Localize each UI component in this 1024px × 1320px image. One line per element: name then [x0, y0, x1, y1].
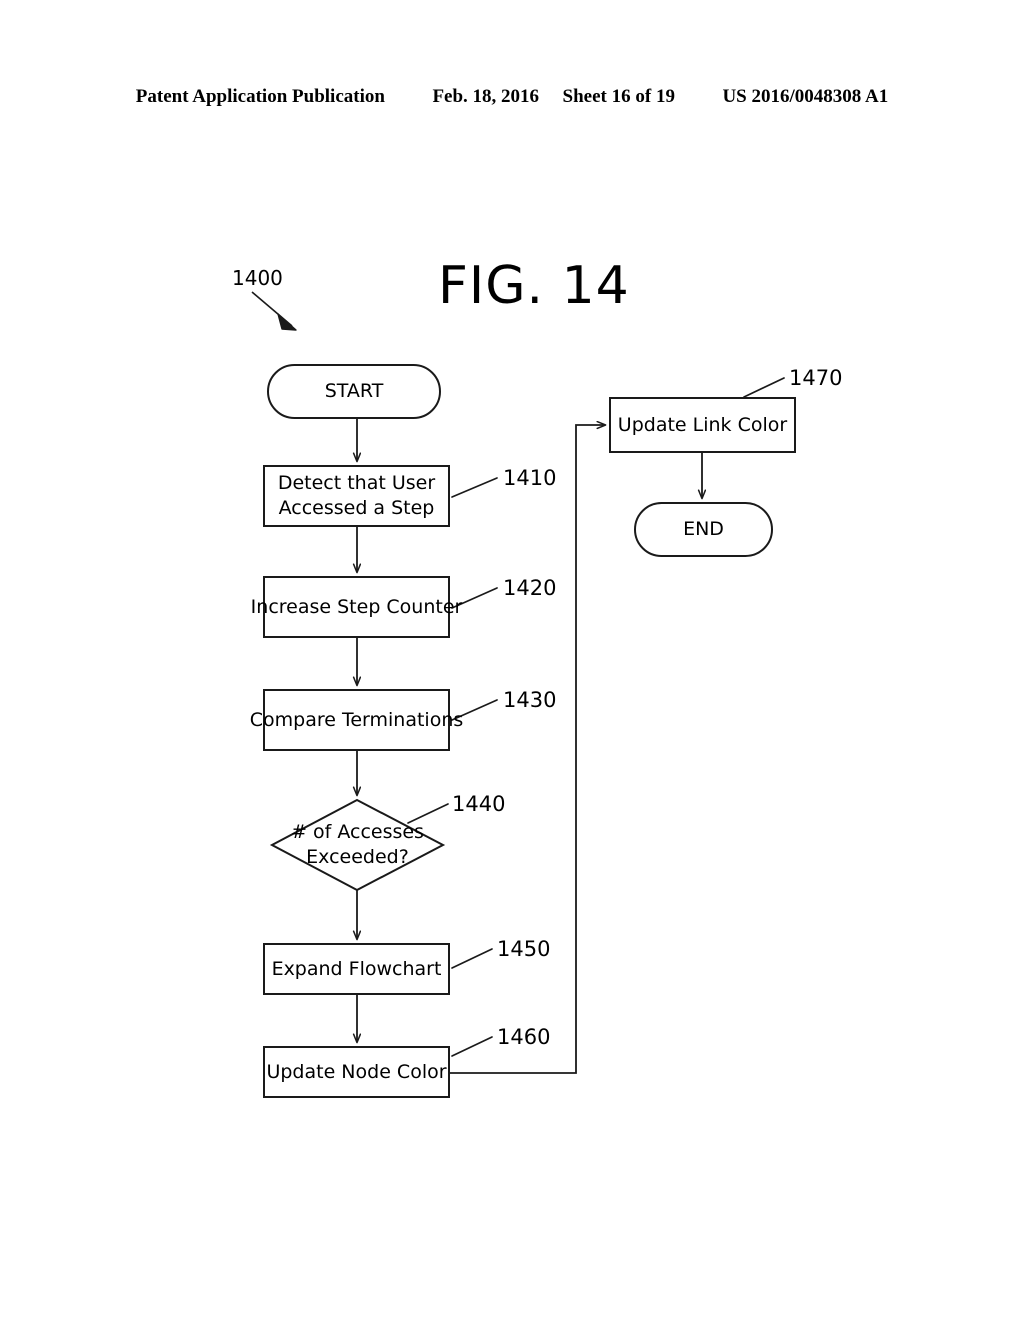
leader-1470 — [743, 377, 785, 398]
leader-1460 — [451, 1036, 493, 1057]
node-accesses-exceeded — [269, 798, 446, 892]
reference-label-1460: 1460 — [497, 1025, 551, 1049]
node-expand-flowchart — [263, 943, 450, 995]
node-update-node-color — [263, 1046, 450, 1098]
reference-label-1470: 1470 — [789, 366, 843, 390]
node-start — [267, 364, 441, 419]
node-end — [634, 502, 773, 557]
leader-1430 — [451, 699, 498, 721]
connector-update-node-to-update-link — [449, 425, 605, 1074]
leader-1420 — [451, 587, 498, 609]
leader-1410 — [451, 477, 498, 498]
node-compare-terminations — [263, 689, 450, 751]
reference-label-1440: 1440 — [452, 792, 506, 816]
reference-label-1430: 1430 — [503, 688, 557, 712]
leader-1450 — [451, 948, 493, 969]
node-detect-step — [263, 465, 450, 527]
node-update-link-color — [609, 397, 796, 453]
reference-1400-leader — [251, 291, 297, 331]
reference-label-1450: 1450 — [497, 937, 551, 961]
reference-label-1410: 1410 — [503, 466, 557, 490]
leader-1440 — [407, 803, 449, 824]
flowchart-canvas — [251, 291, 796, 1098]
reference-label-1420: 1420 — [503, 576, 557, 600]
node-increase-counter — [263, 576, 450, 638]
